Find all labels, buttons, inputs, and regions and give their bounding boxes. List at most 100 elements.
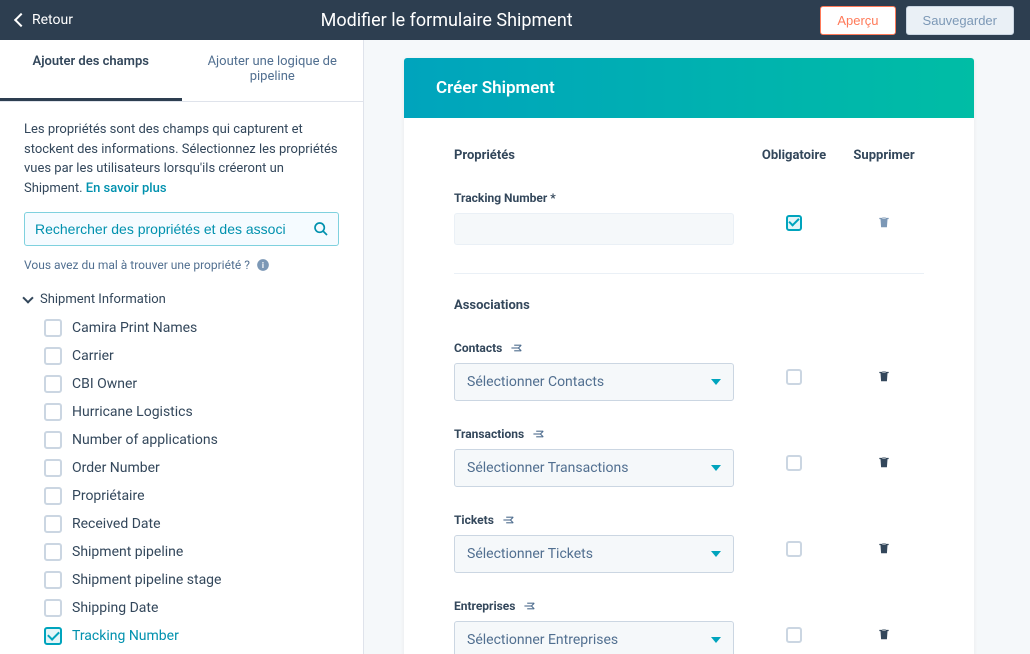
prop-label: Camira Print Names (72, 320, 197, 336)
tab-add-fields[interactable]: Ajouter des champs (0, 40, 182, 101)
trash-icon[interactable] (877, 627, 891, 641)
prop-item-received-date[interactable]: Received Date (44, 515, 339, 533)
association-icon (523, 601, 537, 611)
help-text: Vous avez du mal à trouver une propriété… (24, 258, 250, 272)
prop-label: Shipment pipeline stage (72, 572, 221, 588)
page-title: Modifier le formulaire Shipment (89, 10, 804, 31)
col-required: Obligatoire (744, 148, 844, 163)
group-label: Shipment Information (40, 292, 166, 307)
sidebar-tabs: Ajouter des champs Ajouter une logique d… (0, 40, 363, 102)
prop-label: Shipment pipeline (72, 544, 183, 560)
property-list: Camira Print Names Carrier CBI Owner Hur… (44, 319, 339, 645)
field-row-tracking: Tracking Number * (454, 191, 924, 245)
select-label: Sélectionner Tickets (467, 546, 593, 562)
association-icon (532, 429, 546, 439)
prop-label: Shipping Date (72, 600, 158, 616)
select-contacts[interactable]: Sélectionner Contacts (454, 363, 734, 401)
prop-label: CBI Owner (72, 376, 137, 392)
chevron-down-icon (711, 637, 721, 643)
trash-icon[interactable] (877, 455, 891, 469)
select-entreprises[interactable]: Sélectionner Entreprises (454, 621, 734, 654)
chevron-down-icon (711, 379, 721, 385)
checkbox-icon (44, 431, 62, 449)
search-input[interactable] (24, 212, 339, 246)
checkbox-icon (44, 403, 62, 421)
top-bar: Retour Modifier le formulaire Shipment A… (0, 0, 1030, 40)
prop-label: Tracking Number (72, 628, 179, 644)
prop-label: Order Number (72, 460, 160, 476)
prop-item-camira[interactable]: Camira Print Names (44, 319, 339, 337)
checkbox-icon (44, 599, 62, 617)
prop-item-cbi-owner[interactable]: CBI Owner (44, 375, 339, 393)
select-tickets[interactable]: Sélectionner Tickets (454, 535, 734, 573)
checkbox-icon (44, 571, 62, 589)
info-icon[interactable]: i (256, 258, 270, 272)
checkbox-icon (44, 319, 62, 337)
assoc-label: Tickets (454, 513, 494, 527)
checkbox-icon (44, 515, 62, 533)
sidebar-intro: Les propriétés sont des champs qui captu… (24, 120, 339, 198)
form-card-header: Créer Shipment (404, 58, 974, 118)
select-label: Sélectionner Contacts (467, 374, 604, 390)
prop-item-shipping-date[interactable]: Shipping Date (44, 599, 339, 617)
col-properties: Propriétés (454, 148, 744, 163)
form-card: Créer Shipment Propriétés Obligatoire Su… (404, 58, 974, 654)
required-checkbox[interactable] (786, 455, 802, 471)
trash-icon[interactable] (877, 215, 891, 229)
required-checkbox[interactable] (786, 369, 802, 385)
checkbox-icon (44, 375, 62, 393)
group-shipment-info[interactable]: Shipment Information (24, 292, 339, 307)
assoc-label: Entreprises (454, 599, 515, 613)
checkbox-icon (44, 347, 62, 365)
association-icon (510, 343, 524, 353)
association-icon (502, 515, 516, 525)
divider (454, 273, 924, 274)
trash-icon[interactable] (877, 541, 891, 555)
col-delete: Supprimer (844, 148, 924, 163)
field-input-tracking[interactable] (454, 213, 734, 245)
trash-icon[interactable] (877, 369, 891, 383)
field-label-tracking: Tracking Number * (454, 191, 744, 205)
prop-item-pipeline-stage[interactable]: Shipment pipeline stage (44, 571, 339, 589)
prop-item-order-num[interactable]: Order Number (44, 459, 339, 477)
prop-item-shipment-pipeline[interactable]: Shipment pipeline (44, 543, 339, 561)
learn-more-link[interactable]: En savoir plus (86, 181, 167, 196)
select-label: Sélectionner Transactions (467, 460, 628, 476)
assoc-label: Contacts (454, 341, 502, 355)
preview-button[interactable]: Aperçu (820, 6, 895, 35)
assoc-row-entreprises: Entreprises Sélectionner Entreprises (454, 599, 924, 654)
required-checkbox[interactable] (786, 541, 802, 557)
prop-item-proprietaire[interactable]: Propriétaire (44, 487, 339, 505)
checkbox-icon (44, 459, 62, 477)
column-headers: Propriétés Obligatoire Supprimer (454, 148, 924, 163)
sidebar: Ajouter des champs Ajouter une logique d… (0, 40, 364, 654)
prop-label: Propriétaire (72, 488, 145, 504)
assoc-row-transactions: Transactions Sélectionner Transactions (454, 427, 924, 487)
prop-item-num-apps[interactable]: Number of applications (44, 431, 339, 449)
assoc-label: Transactions (454, 427, 524, 441)
required-checkbox[interactable] (786, 627, 802, 643)
prop-item-tracking-number[interactable]: Tracking Number (44, 627, 339, 645)
required-checkbox[interactable] (786, 215, 802, 231)
top-buttons: Aperçu Sauvegarder (820, 6, 1014, 35)
chevron-down-icon (711, 551, 721, 557)
prop-item-hurricane[interactable]: Hurricane Logistics (44, 403, 339, 421)
prop-label: Number of applications (72, 432, 218, 448)
tab-add-logic[interactable]: Ajouter une logique de pipeline (182, 40, 364, 101)
search-icon (313, 221, 329, 237)
back-button[interactable]: Retour (16, 12, 73, 28)
prop-item-carrier[interactable]: Carrier (44, 347, 339, 365)
assoc-row-contacts: Contacts Sélectionner Contacts (454, 341, 924, 401)
select-label: Sélectionner Entreprises (467, 632, 618, 648)
save-button[interactable]: Sauvegarder (906, 6, 1014, 35)
select-transactions[interactable]: Sélectionner Transactions (454, 449, 734, 487)
chevron-down-icon (711, 465, 721, 471)
chevron-down-icon (22, 292, 33, 303)
svg-text:i: i (262, 260, 264, 270)
prop-label: Received Date (72, 516, 161, 532)
back-label: Retour (32, 12, 73, 28)
prop-label: Hurricane Logistics (72, 404, 193, 420)
assoc-row-tickets: Tickets Sélectionner Tickets (454, 513, 924, 573)
associations-title: Associations (454, 298, 924, 313)
trouble-finding-help: Vous avez du mal à trouver une propriété… (24, 258, 339, 272)
